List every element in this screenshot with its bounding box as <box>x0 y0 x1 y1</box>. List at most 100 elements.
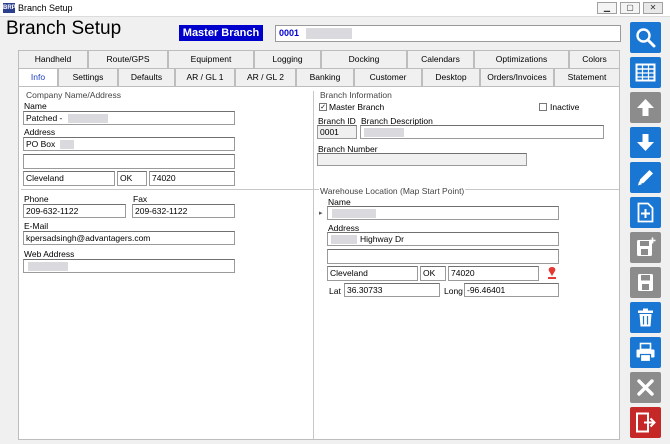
tab-route-gps[interactable]: Route/GPS <box>88 50 168 68</box>
map-pin-icon[interactable] <box>546 266 558 280</box>
next-record-button[interactable] <box>630 127 661 158</box>
long-field[interactable]: -96.46401 <box>464 283 559 297</box>
tab-colors[interactable]: Colors <box>569 50 620 68</box>
warehouse-address1-value: Highway Dr <box>360 234 404 244</box>
edit-button[interactable] <box>630 162 661 193</box>
tab-info[interactable]: Info <box>18 68 58 87</box>
print-button[interactable] <box>630 337 661 368</box>
search-icon <box>636 28 656 48</box>
email-field[interactable]: kpersadsingh@advantagers.com <box>23 231 235 245</box>
company-name-value: Patched - <box>26 113 63 123</box>
warehouse-name-field[interactable] <box>327 206 559 220</box>
save-new-button[interactable] <box>630 232 661 263</box>
tab-banking[interactable]: Banking <box>296 68 354 86</box>
branch-code-field[interactable]: 0001 <box>275 25 621 42</box>
redacted-text <box>332 209 376 218</box>
tab-settings[interactable]: Settings <box>58 68 118 86</box>
branch-group-title: Branch Information <box>319 90 393 100</box>
company-zip-field[interactable]: 74020 <box>149 171 235 186</box>
new-record-icon <box>637 202 654 223</box>
fax-field[interactable]: 209-632-1122 <box>132 204 235 218</box>
company-address-label: Address <box>24 127 56 137</box>
company-name-field[interactable]: Patched - <box>23 111 235 125</box>
window-titlebar: BRP Branch Setup ▁ ▢ ✕ <box>0 0 670 17</box>
tab-orders-invoices[interactable]: Orders/Invoices <box>480 68 554 86</box>
minimize-button[interactable]: ▁ <box>597 2 617 14</box>
page-title: Branch Setup <box>6 18 122 39</box>
tab-customer[interactable]: Customer <box>354 68 422 86</box>
tab-desktop[interactable]: Desktop <box>422 68 480 86</box>
warehouse-address1-field[interactable]: Highway Dr <box>327 232 559 246</box>
redacted-text <box>68 114 108 123</box>
email-label: E-Mail <box>24 221 49 231</box>
previous-record-button[interactable] <box>630 92 661 123</box>
tab-defaults[interactable]: Defaults <box>118 68 175 86</box>
delete-icon <box>638 308 653 327</box>
delete-button[interactable] <box>630 302 661 333</box>
lat-field[interactable]: 36.30733 <box>344 283 440 297</box>
redacted-text <box>331 235 357 244</box>
web-address-label: Web Address <box>24 249 75 259</box>
tab-equipment[interactable]: Equipment <box>168 50 254 68</box>
web-address-field[interactable] <box>23 259 235 273</box>
company-name-label: Name <box>24 101 47 111</box>
tab-handheld[interactable]: Handheld <box>18 50 88 68</box>
redacted-text <box>60 140 74 149</box>
vertical-divider <box>313 91 314 439</box>
tab-ar-gl-2[interactable]: AR / GL 2 <box>235 68 296 86</box>
branch-description-field[interactable] <box>360 125 604 139</box>
warehouse-group-title: Warehouse Location (Map Start Point) <box>319 186 466 196</box>
arrow-down-icon <box>637 134 654 151</box>
company-address2-field[interactable] <box>23 154 235 169</box>
branch-id-field[interactable]: 0001 <box>317 125 357 139</box>
search-button[interactable] <box>630 22 661 53</box>
edit-icon <box>638 170 653 186</box>
tab-docking[interactable]: Docking <box>321 50 407 68</box>
exit-icon <box>636 412 656 433</box>
arrow-up-icon <box>637 99 654 116</box>
branch-code-value: 0001 <box>279 28 300 38</box>
tab-ar-gl-1[interactable]: AR / GL 1 <box>175 68 235 86</box>
cancel-icon <box>637 379 654 396</box>
exit-button[interactable] <box>630 407 661 438</box>
inactive-checkbox-label: Inactive <box>550 102 580 112</box>
tab-calendars[interactable]: Calendars <box>407 50 474 68</box>
master-branch-label: Master Branch <box>179 25 263 41</box>
print-icon <box>636 342 655 363</box>
phone-field[interactable]: 209-632-1122 <box>23 204 126 218</box>
redacted-text <box>306 28 352 39</box>
master-branch-checkbox[interactable]: ✓ <box>319 103 327 111</box>
tab-optimizations[interactable]: Optimizations <box>474 50 569 68</box>
info-tab-panel: Company Name/Address Name Patched - Addr… <box>18 86 620 440</box>
redacted-text <box>28 262 68 271</box>
warehouse-state-field[interactable]: OK <box>420 266 446 281</box>
phone-label: Phone <box>24 194 49 204</box>
company-address1-value: PO Box <box>26 139 56 149</box>
close-button[interactable]: ✕ <box>643 2 663 14</box>
tab-statement[interactable]: Statement <box>554 68 620 86</box>
save-new-icon <box>637 237 656 256</box>
lat-label: Lat <box>329 286 341 296</box>
warehouse-zip-field[interactable]: 74020 <box>448 266 539 281</box>
company-address1-field[interactable]: PO Box <box>23 137 235 151</box>
company-group-title: Company Name/Address <box>25 90 122 100</box>
fax-label: Fax <box>133 194 148 204</box>
grid-icon <box>635 63 656 82</box>
company-city-field[interactable]: Cleveland <box>23 171 115 186</box>
warehouse-address2-field[interactable] <box>327 249 559 264</box>
warehouse-city-field[interactable]: Cleveland <box>327 266 418 281</box>
save-button[interactable] <box>630 267 661 298</box>
branch-number-field[interactable] <box>317 153 527 166</box>
master-branch-checkbox-label: Master Branch <box>329 102 385 112</box>
new-record-button[interactable] <box>630 197 661 228</box>
company-state-field[interactable]: OK <box>117 171 147 186</box>
inactive-checkbox[interactable] <box>539 103 547 111</box>
tab-logging[interactable]: Logging <box>254 50 321 68</box>
long-label: Long <box>444 286 463 296</box>
app-icon: BRP <box>3 3 16 13</box>
maximize-button[interactable]: ▢ <box>620 2 640 14</box>
cancel-button[interactable] <box>630 372 661 403</box>
grid-view-button[interactable] <box>630 57 661 88</box>
redacted-text <box>364 128 404 137</box>
window-title: Branch Setup <box>18 3 73 13</box>
